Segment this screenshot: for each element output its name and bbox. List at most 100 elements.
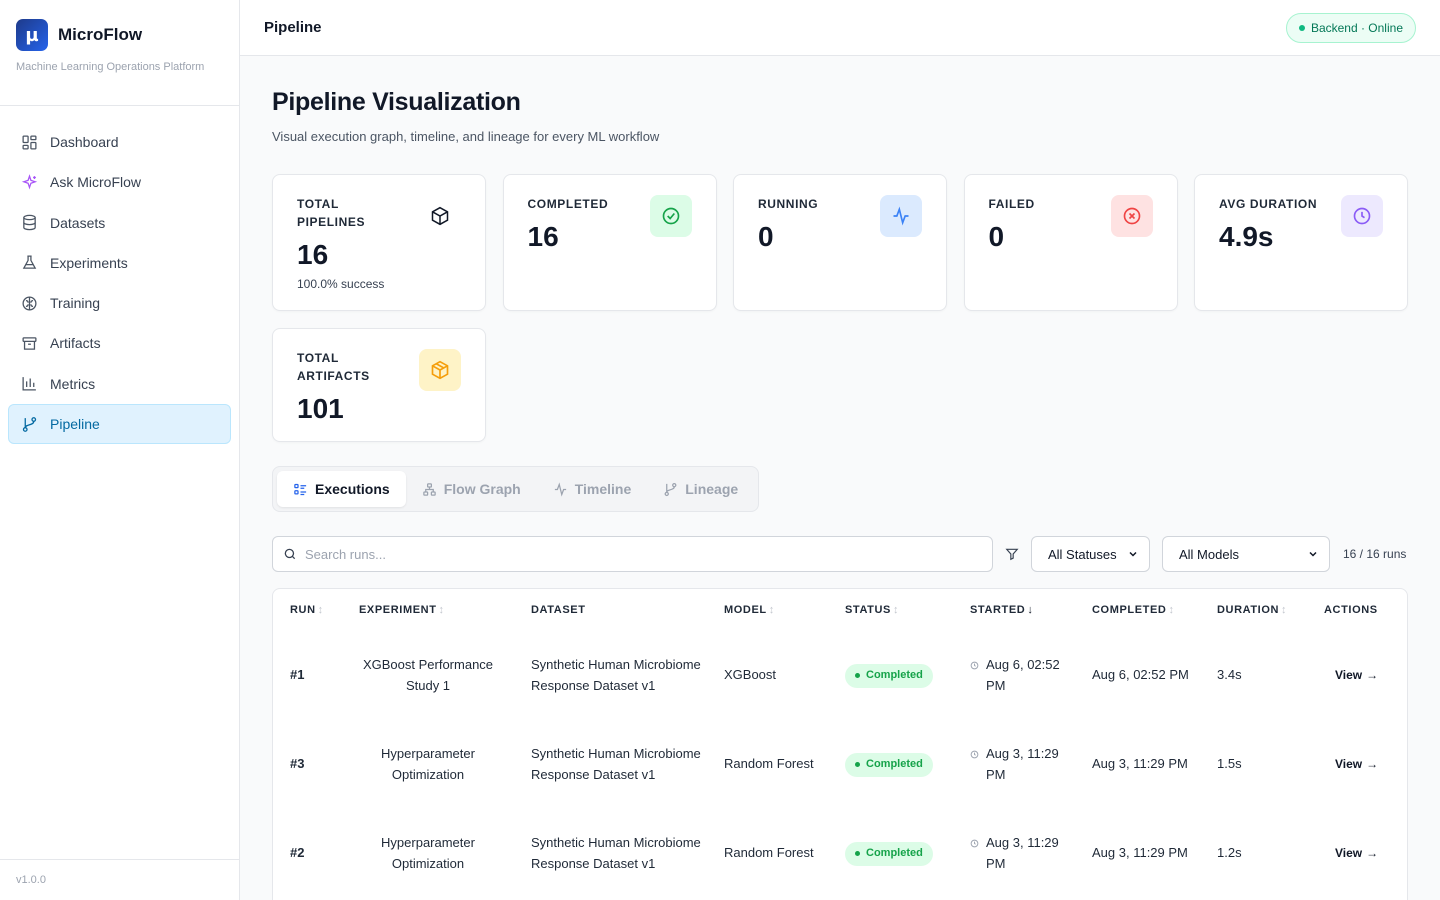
runs-count: 16 / 16 runs bbox=[1343, 547, 1407, 561]
view-run-button[interactable]: View → bbox=[1335, 843, 1378, 864]
arrow-right-icon: → bbox=[1366, 668, 1379, 683]
column-header-experiment[interactable]: EXPERIMENT ↕ bbox=[342, 589, 514, 631]
view-tabs: Executions Flow Graph Timeline Lineage bbox=[272, 466, 760, 512]
clock-icon bbox=[970, 750, 979, 759]
filter-icon bbox=[1005, 548, 1019, 561]
tab-timeline[interactable]: Timeline bbox=[537, 471, 648, 507]
tab-flow-graph[interactable]: Flow Graph bbox=[406, 471, 537, 507]
header-title: Pipeline bbox=[264, 19, 322, 36]
tab-executions[interactable]: Executions bbox=[277, 471, 406, 507]
sort-icon: ↕ bbox=[768, 604, 775, 616]
duration: 1.5s bbox=[1217, 756, 1242, 772]
sort-icon: ↕ bbox=[317, 604, 324, 616]
stat-card-running: RUNNING 0 bbox=[733, 174, 947, 311]
search-icon bbox=[284, 548, 296, 560]
clock-icon bbox=[1341, 195, 1383, 237]
git-branch-icon bbox=[22, 416, 37, 432]
activity-icon bbox=[554, 481, 566, 497]
column-header-model[interactable]: MODEL ↕ bbox=[707, 589, 828, 631]
stat-value: 16 bbox=[297, 239, 329, 270]
filter-button[interactable] bbox=[993, 547, 1031, 561]
package-icon bbox=[419, 349, 461, 391]
table-row[interactable]: #3 Hyperparameter Optimization Synthetic… bbox=[273, 720, 1407, 809]
search-input[interactable] bbox=[305, 546, 965, 562]
completed-time: Aug 6, 02:52 PM bbox=[1092, 667, 1189, 683]
tab-label: Executions bbox=[315, 481, 390, 497]
brain-icon bbox=[22, 296, 37, 311]
top-bar: Pipeline Backend · Online bbox=[240, 0, 1440, 56]
clock-icon bbox=[970, 661, 979, 670]
main-content: Pipeline Visualization Visual execution … bbox=[240, 56, 1440, 900]
status-cell: Completed bbox=[828, 809, 953, 898]
view-run-button[interactable]: View → bbox=[1335, 754, 1378, 775]
duration: 1.2s bbox=[1217, 845, 1242, 861]
stat-card-avg-duration: AVG DURATION 4.9s bbox=[1194, 174, 1408, 311]
backend-status-text: Backend · Online bbox=[1310, 20, 1403, 35]
column-header-dataset: DATASET bbox=[531, 604, 586, 616]
stat-subtext: 100.0% success bbox=[297, 277, 385, 291]
column-header-duration[interactable]: DURATION ↕ bbox=[1200, 589, 1307, 631]
clock-icon bbox=[970, 839, 979, 848]
tab-label: Flow Graph bbox=[443, 481, 521, 497]
stat-card-completed: COMPLETED 16 bbox=[502, 174, 717, 311]
stat-label: FAILED bbox=[988, 197, 1035, 211]
sidebar-item-label: Training bbox=[50, 295, 101, 312]
stats-grid: TOTAL PIPELINES 16 100.0% success COMPLE… bbox=[272, 174, 1408, 442]
tab-lineage[interactable]: Lineage bbox=[647, 471, 754, 507]
x-circle-icon bbox=[1110, 195, 1153, 237]
run-id: #1 bbox=[290, 667, 305, 683]
column-header-completed[interactable]: COMPLETED ↕ bbox=[1075, 589, 1200, 631]
stat-card-total-pipelines: TOTAL PIPELINES 16 100.0% success bbox=[272, 174, 486, 311]
experiment-name: XGBoost Performance Study 1 bbox=[362, 657, 494, 693]
status-badge: Completed bbox=[845, 752, 933, 777]
view-run-button[interactable]: View → bbox=[1335, 665, 1378, 686]
grid-icon bbox=[22, 134, 37, 150]
sidebar-item-experiments[interactable]: Experiments bbox=[8, 243, 231, 283]
sidebar-nav: Dashboard Ask MicroFlow Datasets Experim… bbox=[0, 106, 239, 460]
brand: µ MicroFlow Machine Learning Operations … bbox=[0, 0, 239, 106]
chevron-down-icon bbox=[1309, 551, 1317, 557]
status-cell: Completed bbox=[828, 720, 953, 809]
stat-label: AVG DURATION bbox=[1219, 197, 1318, 211]
database-icon bbox=[23, 214, 36, 231]
sidebar-item-datasets[interactable]: Datasets bbox=[8, 203, 231, 243]
experiment-name: Hyperparameter Optimization bbox=[381, 835, 475, 871]
run-id: #2 bbox=[290, 845, 305, 861]
actions-cell: View → bbox=[1307, 631, 1407, 720]
stat-label: COMPLETED bbox=[527, 197, 609, 211]
status-select[interactable]: All Statuses bbox=[1031, 536, 1150, 572]
network-icon bbox=[422, 482, 436, 496]
model-select[interactable]: All Models bbox=[1162, 536, 1330, 572]
started-cell: Aug 3, 11:29 PM bbox=[953, 720, 1075, 809]
archive-icon bbox=[22, 337, 37, 350]
sidebar-item-pipeline[interactable]: Pipeline bbox=[8, 404, 231, 445]
sort-desc-icon: ↓ bbox=[1027, 604, 1034, 616]
sidebar-item-artifacts[interactable]: Artifacts bbox=[8, 323, 231, 363]
search-box bbox=[272, 536, 993, 572]
sidebar-item-label: Pipeline bbox=[50, 416, 100, 433]
app-version: v1.0.0 bbox=[0, 859, 239, 900]
column-header-run[interactable]: RUN ↕ bbox=[273, 589, 342, 631]
sort-icon: ↕ bbox=[1168, 604, 1175, 616]
check-circle-icon bbox=[649, 195, 692, 237]
tab-label: Lineage bbox=[685, 481, 739, 497]
started-cell: Aug 6, 02:52 PM bbox=[953, 631, 1075, 720]
backend-status-badge: Backend · Online bbox=[1285, 12, 1416, 43]
sidebar-item-metrics[interactable]: Metrics bbox=[8, 364, 231, 404]
column-header-status[interactable]: STATUS ↕ bbox=[828, 589, 953, 631]
list-icon bbox=[294, 483, 307, 495]
arrow-right-icon: → bbox=[1366, 757, 1379, 772]
sidebar: µ MicroFlow Machine Learning Operations … bbox=[0, 0, 240, 900]
sidebar-item-training[interactable]: Training bbox=[8, 283, 231, 323]
completed-time: Aug 3, 11:29 PM bbox=[1092, 756, 1188, 772]
table-row[interactable]: #2 Hyperparameter Optimization Synthetic… bbox=[273, 809, 1407, 898]
app-subtitle: Machine Learning Operations Platform bbox=[16, 61, 205, 73]
page-title: Pipeline Visualization bbox=[272, 88, 521, 116]
sort-icon: ↕ bbox=[1281, 604, 1288, 616]
sidebar-item-dashboard[interactable]: Dashboard bbox=[8, 122, 231, 162]
sidebar-item-ask-microflow[interactable]: Ask MicroFlow bbox=[8, 162, 231, 202]
table-header-row: RUN ↕ EXPERIMENT ↕ DATASET MODEL ↕ STATUS ↕ … bbox=[273, 589, 1407, 631]
table-row[interactable]: #1 XGBoost Performance Study 1 Synthetic… bbox=[273, 631, 1407, 720]
column-header-started[interactable]: STARTED ↓ bbox=[953, 589, 1075, 631]
chevron-down-icon bbox=[1129, 551, 1137, 557]
